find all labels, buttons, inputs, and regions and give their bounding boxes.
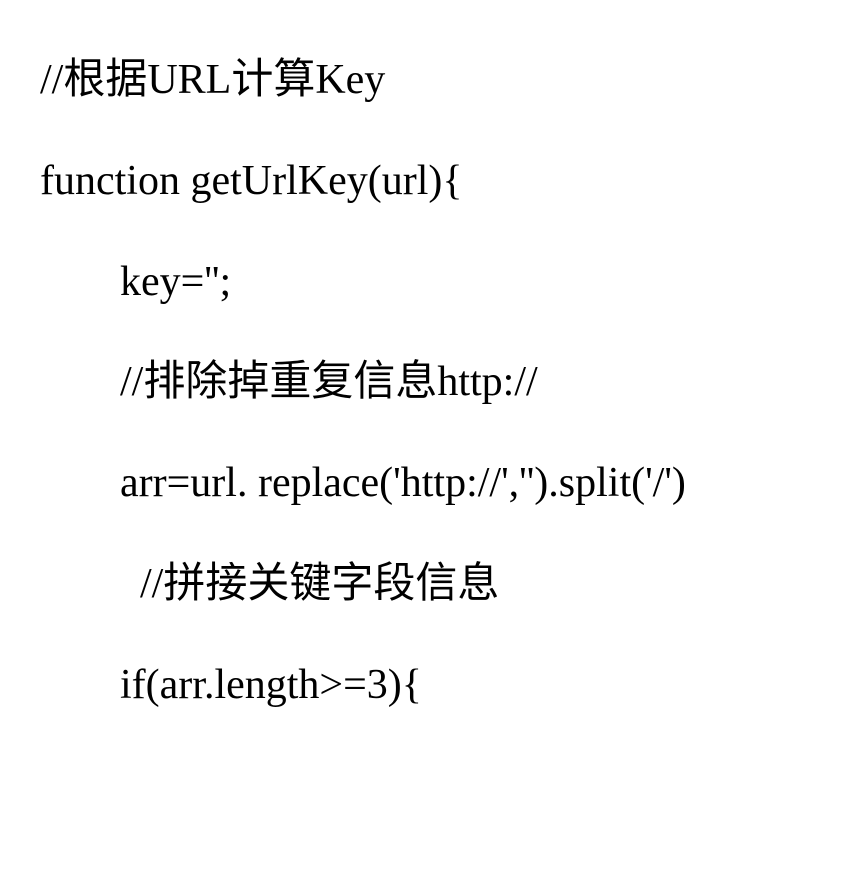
- code-comment-line-2: //排除掉重复信息http://: [40, 332, 826, 433]
- code-comment-line-1: //根据URL计算Key: [40, 30, 826, 131]
- code-assignment-line-2: arr=url. replace('http://','').split('/'…: [40, 433, 826, 534]
- code-assignment-line-1: key='';: [40, 232, 826, 333]
- code-function-declaration: function getUrlKey(url){: [40, 131, 826, 232]
- code-if-statement: if(arr.length>=3){: [40, 635, 826, 736]
- code-comment-line-3: //拼接关键字段信息: [40, 534, 826, 635]
